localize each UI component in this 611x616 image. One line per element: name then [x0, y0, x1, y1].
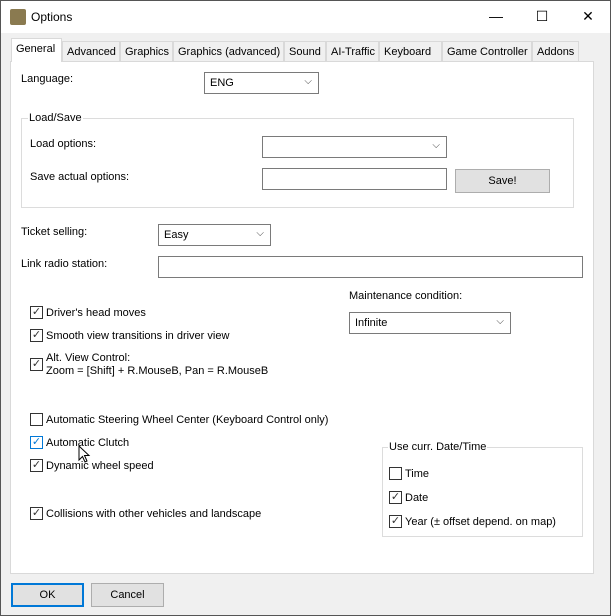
load-save-title: Load/Save [28, 112, 83, 124]
tab-addons[interactable]: Addons [532, 41, 579, 62]
auto-steering-label: Automatic Steering Wheel Center (Keyboar… [46, 414, 329, 426]
title-bar: Options — ☐ ✕ [1, 1, 610, 33]
year-checkbox[interactable]: ✓ [389, 515, 402, 528]
alt-view-label: Alt. View Control: [46, 352, 131, 364]
ticket-selling-value: Easy [164, 229, 189, 241]
chevron-down-icon: ⌵ [496, 316, 504, 327]
time-checkbox[interactable] [389, 467, 402, 480]
date-label: Date [405, 492, 429, 504]
dynamic-wheel-checkbox[interactable]: ✓ [30, 459, 43, 472]
maintenance-select[interactable]: Infinite ⌵ [349, 312, 511, 334]
ticket-selling-select[interactable]: Easy ⌵ [158, 224, 271, 246]
window-title: Options [31, 10, 73, 24]
drivers-head-label: Driver's head moves [46, 307, 146, 319]
maximize-button[interactable]: ☐ [519, 1, 565, 32]
radio-station-label: Link radio station: [21, 258, 108, 270]
save-options-label: Save actual options: [30, 171, 130, 183]
date-time-title: Use curr. Date/Time [388, 441, 488, 453]
tab-ai-traffic[interactable]: AI-Traffic [326, 41, 379, 62]
dynamic-wheel-label: Dynamic wheel speed [46, 460, 154, 472]
year-label: Year (± offset depend. on map) [405, 516, 556, 528]
radio-station-input[interactable] [158, 256, 583, 278]
smooth-view-checkbox[interactable]: ✓ [30, 329, 43, 342]
date-checkbox[interactable]: ✓ [389, 491, 402, 504]
smooth-view-label: Smooth view transitions in driver view [46, 330, 230, 342]
chevron-down-icon: ⌵ [256, 228, 264, 239]
load-save-group [21, 118, 574, 208]
collisions-checkbox[interactable]: ✓ [30, 507, 43, 520]
ticket-selling-label: Ticket selling: [21, 226, 88, 238]
auto-clutch-checkbox[interactable]: ✓ [30, 436, 43, 449]
load-options-label: Load options: [30, 138, 97, 150]
save-options-input[interactable] [262, 168, 447, 190]
alt-view-label-detail: Zoom = [Shift] + R.MouseB, Pan = R.Mouse… [46, 365, 269, 377]
app-icon [10, 9, 26, 25]
language-label: Language: [21, 73, 73, 85]
time-label: Time [405, 468, 430, 480]
collisions-label: Collisions with other vehicles and lands… [46, 508, 262, 520]
drivers-head-checkbox[interactable]: ✓ [30, 306, 43, 319]
maintenance-value: Infinite [355, 317, 388, 329]
maintenance-label: Maintenance condition: [349, 290, 463, 302]
minimize-button[interactable]: — [473, 1, 519, 32]
ok-button[interactable]: OK [11, 583, 84, 607]
language-select[interactable]: ENG ⌵ [204, 72, 319, 94]
auto-steering-checkbox[interactable] [30, 413, 43, 426]
language-value: ENG [210, 77, 234, 89]
alt-view-checkbox[interactable]: ✓ [30, 358, 43, 371]
chevron-down-icon: ⌵ [304, 76, 312, 87]
mouse-cursor-icon [78, 445, 91, 463]
tab-sound[interactable]: Sound [284, 41, 326, 62]
cancel-button[interactable]: Cancel [91, 583, 164, 607]
tab-general[interactable]: General [11, 38, 62, 62]
tab-advanced[interactable]: Advanced [62, 41, 120, 62]
tab-graphics[interactable]: Graphics [120, 41, 173, 62]
chevron-down-icon: ⌵ [432, 140, 440, 151]
save-button[interactable]: Save! [455, 169, 550, 193]
tab-graphics-advanced[interactable]: Graphics (advanced) [173, 41, 284, 62]
tab-game-controller[interactable]: Game Controller [442, 41, 532, 62]
tab-keyboard[interactable]: Keyboard [379, 41, 442, 62]
load-options-select[interactable]: ⌵ [262, 136, 447, 158]
close-button[interactable]: ✕ [565, 1, 611, 32]
